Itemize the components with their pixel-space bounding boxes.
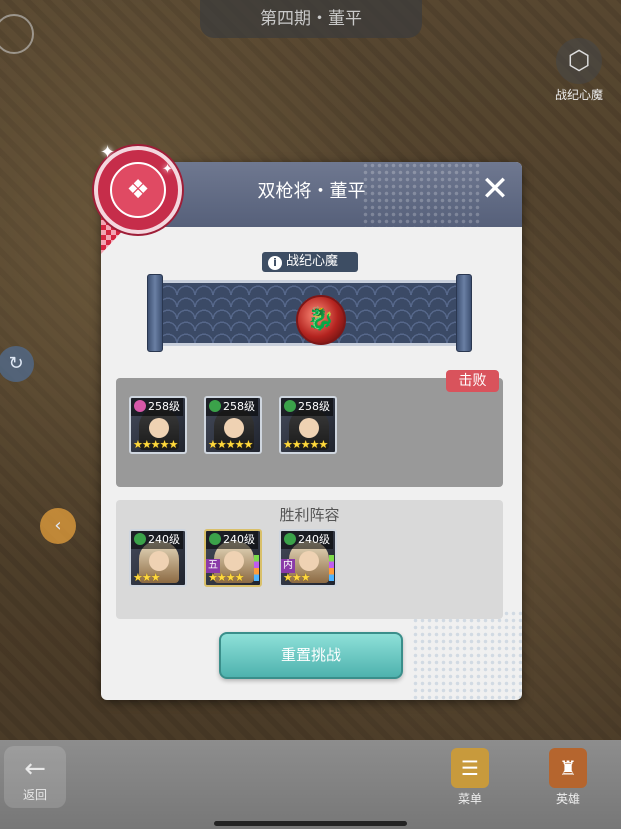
hexagon-icon: ⬡ — [556, 38, 602, 84]
corner-pattern — [412, 610, 522, 700]
spade-faction-icon — [284, 533, 296, 545]
defeat-badge: 击败 — [446, 370, 499, 392]
victory-lineup-title: 胜利阵容 — [279, 506, 340, 524]
hero-stars: ★★★★★ — [208, 438, 253, 451]
rooster-hero-icon: ♜ — [549, 748, 587, 788]
close-icon[interactable]: ✕ — [477, 172, 513, 208]
hero-button[interactable]: ♜ 英雄 — [536, 748, 600, 807]
menu-button-label: 菜单 — [457, 792, 482, 806]
hero-level-text: 240级 — [298, 533, 330, 546]
hero-face — [224, 418, 244, 438]
hero-face — [299, 551, 319, 571]
bottom-bar: ← 返回 ☰ 菜单 ♜ 英雄 — [0, 740, 621, 829]
victory-hero-card[interactable]: 240级 ★★★ — [129, 529, 187, 587]
home-indicator[interactable] — [214, 821, 407, 826]
hero-level: 240级 — [131, 531, 183, 549]
spade-faction-icon — [209, 533, 221, 545]
scroll-rod-left — [147, 274, 163, 352]
hero-level: 258级 — [281, 398, 333, 416]
hero-level-text: 258级 — [148, 400, 180, 413]
dragon-orb-icon[interactable]: 🐉 — [296, 295, 346, 345]
scroll-rod-right — [456, 274, 472, 352]
hero-level-text: 240级 — [148, 533, 180, 546]
enemy-hero-card[interactable]: 258级 ★★★★★ — [279, 396, 337, 454]
spade-faction-icon — [209, 400, 221, 412]
reset-challenge-button[interactable]: 重置挑战 — [219, 632, 403, 679]
hero-level-text: 258级 — [298, 400, 330, 413]
menu-button[interactable]: ☰ 菜单 — [438, 748, 502, 807]
spade-faction-icon — [284, 400, 296, 412]
enemy-hero-card[interactable]: 258级 ★★★★★ — [129, 396, 187, 454]
battle-demon-button[interactable]: ⬡ 战纪心魔 — [544, 38, 614, 104]
spade-faction-icon — [134, 533, 146, 545]
victory-hero-card[interactable]: 240级 内 ★★★ — [279, 529, 337, 587]
hero-face — [224, 551, 244, 571]
attribute-bars — [254, 555, 259, 581]
demon-section-label: i 战纪心魔 — [262, 252, 358, 272]
hero-level: 240级 — [281, 531, 333, 549]
enemy-hero-card[interactable]: 258级 ★★★★★ — [204, 396, 262, 454]
hero-level: 240级 — [206, 531, 258, 549]
attribute-bars — [329, 555, 334, 581]
hero-level-text: 240级 — [223, 533, 255, 546]
sparkle-icon: ✦ — [162, 162, 173, 177]
back-button[interactable]: ← 返回 — [4, 746, 66, 808]
hero-face — [149, 418, 169, 438]
hero-level: 258级 — [206, 398, 258, 416]
sparkle-icon: ✦ — [100, 142, 116, 163]
stage-title: 第四期・董平 — [200, 0, 422, 38]
battle-demon-button-label: 战纪心魔 — [554, 88, 603, 102]
hero-face — [299, 418, 319, 438]
heart-faction-icon — [134, 400, 146, 412]
victory-hero-card[interactable]: 240级 五 ★★★★ — [204, 529, 262, 587]
chevron-left-icon[interactable]: ‹ — [40, 508, 76, 544]
hero-stars: ★★★★ — [208, 571, 244, 584]
hero-button-label: 英雄 — [555, 792, 580, 806]
back-button-label: 返回 — [22, 788, 47, 802]
menu-scroll-icon: ☰ — [451, 748, 489, 788]
scroll-body: 🐉 — [159, 280, 460, 346]
hero-level-text: 258级 — [223, 400, 255, 413]
hero-face — [149, 551, 169, 571]
hero-level: 258级 — [131, 398, 183, 416]
hero-stars: ★★★ — [133, 571, 161, 584]
hero-stars: ★★★ — [283, 571, 311, 584]
info-icon[interactable]: i — [268, 256, 282, 270]
demon-scroll: 🐉 — [147, 274, 472, 352]
hero-stars: ★★★★★ — [283, 438, 328, 451]
arrow-left-icon: ← — [24, 754, 46, 784]
demon-section-text: 战纪心魔 — [286, 254, 339, 269]
hero-stars: ★★★★★ — [133, 438, 178, 451]
knot-emblem-icon: ❖ — [110, 162, 166, 218]
